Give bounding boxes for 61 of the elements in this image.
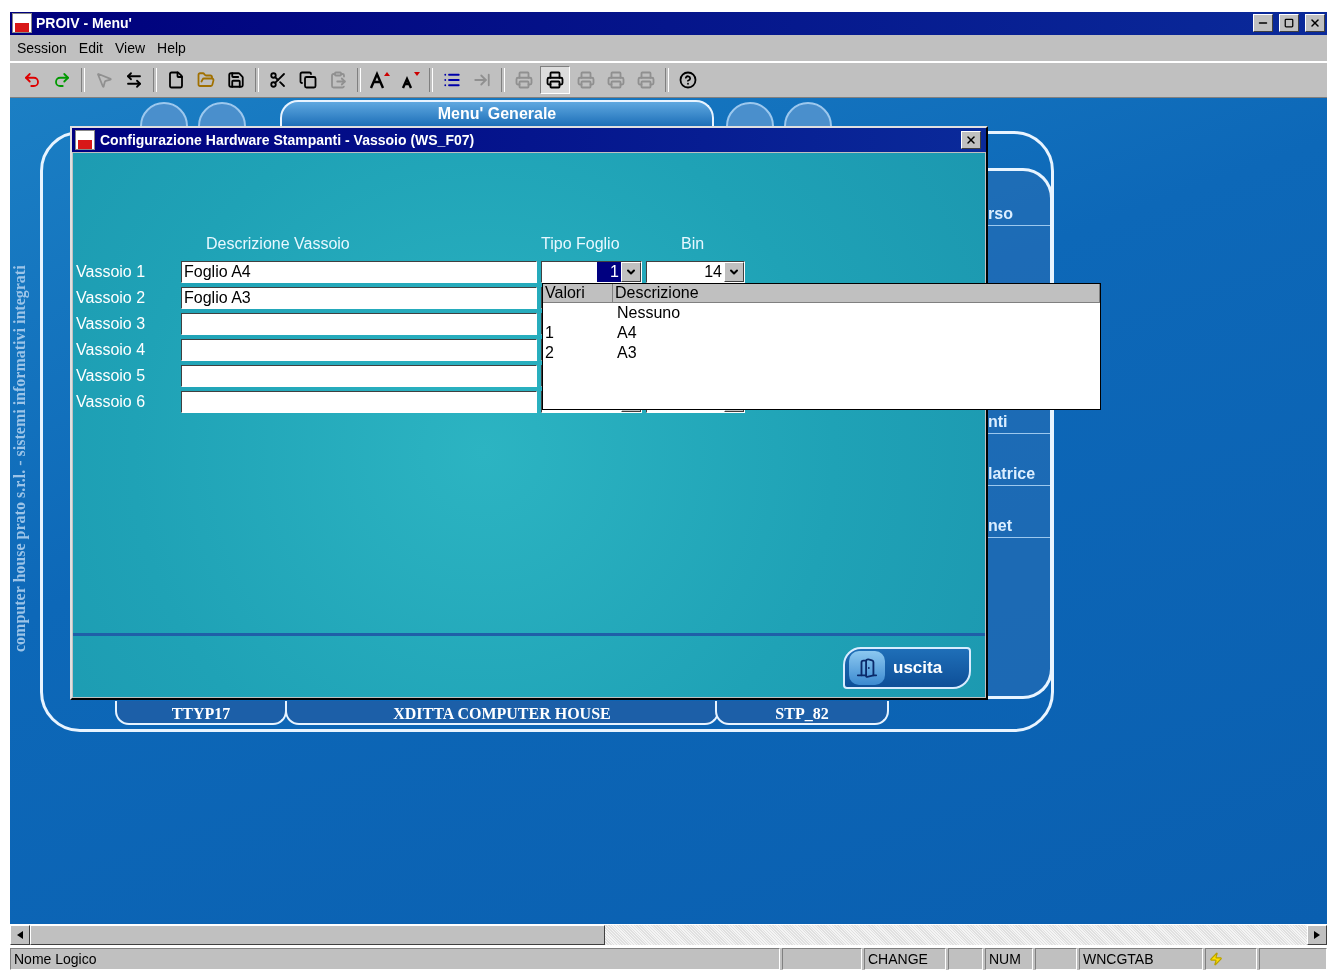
- scroll-left-button[interactable]: [10, 925, 30, 946]
- scroll-right-button[interactable]: [1307, 925, 1327, 946]
- row-label: Vassoio 2: [76, 288, 147, 307]
- row-label: Vassoio 6: [76, 392, 147, 411]
- scroll-thumb[interactable]: [30, 925, 605, 946]
- list-cell[interactable]: 1: [543, 322, 615, 343]
- status-pane: [1259, 948, 1327, 970]
- list-cell[interactable]: A4: [615, 322, 1100, 343]
- column-header: Bin: [680, 234, 706, 254]
- status-pane: CHANGE: [864, 948, 946, 970]
- menu-item[interactable]: Help: [152, 37, 191, 58]
- list-column-header: Valori: [543, 283, 613, 302]
- bottom-tab[interactable]: XDITTA COMPUTER HOUSE: [285, 700, 719, 725]
- bottom-tab[interactable]: STP_82: [715, 700, 889, 725]
- text-field[interactable]: [181, 338, 537, 361]
- menu-item[interactable]: Session: [12, 37, 72, 58]
- status-pane: [1035, 948, 1077, 970]
- restore-button[interactable]: [1279, 14, 1299, 33]
- row-label: Vassoio 1: [76, 262, 147, 281]
- close-icon: [965, 133, 977, 146]
- minimize-button[interactable]: [1253, 14, 1273, 33]
- bottom-tab[interactable]: TTYP17: [115, 700, 287, 725]
- menu-header: Menu' Generale: [280, 99, 714, 126]
- printer-icon[interactable]: [540, 65, 570, 94]
- column-header: Descrizione Vassoio: [205, 234, 351, 254]
- app-logo-icon: [12, 13, 32, 34]
- menu-item[interactable]: View: [109, 37, 151, 58]
- dropdown-field[interactable]: 1: [541, 260, 642, 283]
- close-icon: [1309, 17, 1321, 30]
- list-cell[interactable]: 2: [543, 342, 615, 363]
- list-cell[interactable]: Nessuno: [615, 302, 1100, 323]
- status-pane: [948, 948, 983, 970]
- column-header: Tipo Foglio: [541, 234, 621, 254]
- app-logo-icon: [75, 129, 95, 150]
- close-button[interactable]: [1305, 14, 1325, 33]
- text-field[interactable]: [181, 390, 537, 413]
- right-arrow-icon: [1314, 931, 1320, 940]
- dropdown-field[interactable]: 14: [646, 260, 745, 283]
- row-label: Vassoio 4: [76, 340, 147, 359]
- status-pane: WNCGTAB: [1079, 948, 1203, 970]
- close-button[interactable]: [961, 130, 981, 149]
- restore-icon: [1284, 18, 1294, 29]
- left-arrow-icon: [17, 931, 23, 940]
- text-field[interactable]: [181, 312, 537, 335]
- status-pane: Nome Logico: [10, 948, 780, 970]
- text-field[interactable]: Foglio A3: [181, 286, 537, 309]
- lightning-icon: [1209, 952, 1223, 967]
- text-field[interactable]: Foglio A4: [181, 260, 537, 283]
- door-icon: [849, 650, 885, 685]
- horizontal-scrollbar[interactable]: [10, 924, 1327, 946]
- menu-item[interactable]: Edit: [73, 37, 108, 58]
- dialog-title: Configurazione Hardware Stampanti - Vassoio (WS_F07): [100, 131, 476, 148]
- text-field[interactable]: [181, 364, 537, 387]
- window-title: PROIV - Menu': [36, 15, 133, 32]
- vertical-company-text: computer house prato s.r.l. - sistemi informativi integrati: [11, 264, 29, 652]
- row-label: Vassoio 5: [76, 366, 147, 385]
- list-cell[interactable]: A3: [615, 342, 1100, 363]
- row-label: Vassoio 3: [76, 314, 147, 333]
- status-pane: NUM: [985, 948, 1033, 970]
- exit-button[interactable]: uscita: [843, 646, 971, 689]
- list-column-header: Descrizione: [613, 283, 1100, 302]
